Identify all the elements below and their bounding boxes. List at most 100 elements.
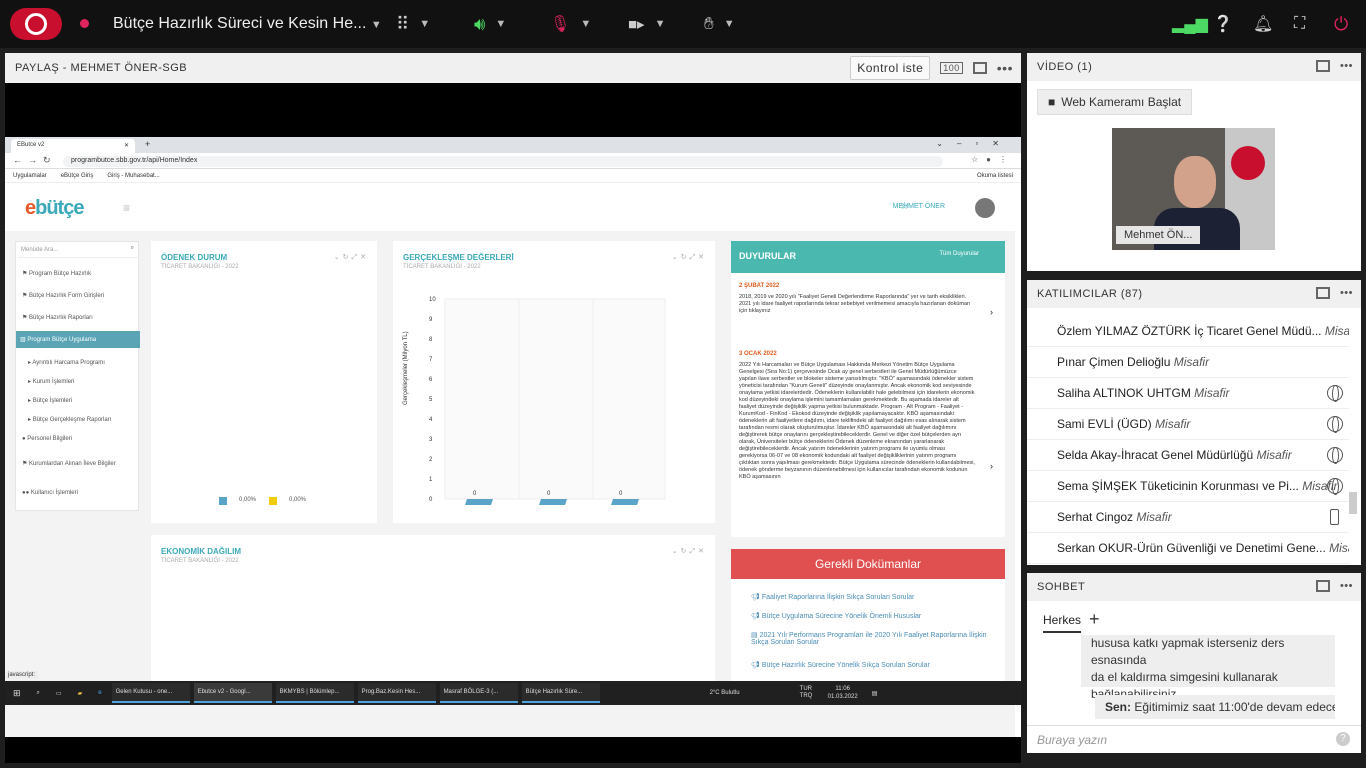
taskbar-item[interactable]: Ebutce v2 - Googl... (193, 683, 272, 703)
menu-item[interactable]: ● Personel Bilgileri (22, 436, 138, 442)
browser-actions[interactable]: ☆●⋮ (971, 155, 1015, 164)
edge-icon[interactable]: e (98, 690, 101, 696)
participant-row[interactable]: Saliha ALTINOK UHTGM Misafir (1027, 378, 1349, 409)
add-chat-tab-icon[interactable]: + (1089, 609, 1100, 630)
participant-row[interactable]: Sema ŞİMŞEK Tüketicinin Korunması ve Pi.… (1027, 471, 1349, 502)
document-link[interactable]: 📢︎ Faaliyet Raporlarına İlişkin Sıkça So… (751, 593, 1001, 601)
avatar[interactable] (975, 198, 995, 218)
panel-subtitle: TİCARET BAKANLIĞI - 2022 (403, 264, 481, 270)
participant-row[interactable]: Sami EVLİ (ÜGD) Misafir (1027, 409, 1349, 440)
participant-row[interactable]: Serhat Cingoz Misafir (1027, 502, 1349, 533)
user-name[interactable]: MEHMET ÖNER (893, 203, 945, 210)
chevron-right-icon[interactable]: › (990, 307, 993, 317)
maximize-icon[interactable] (1315, 60, 1330, 72)
explorer-icon[interactable]: ▰ (78, 690, 83, 697)
scrollbar[interactable] (1349, 316, 1357, 560)
participant-row[interactable]: Pınar Çimen Delioğlu Misafir (1027, 347, 1349, 378)
meeting-title[interactable]: Bütçe Hazırlık Süreci ve Kesin He... ▼ (113, 15, 382, 33)
menu-item[interactable]: ⚑ Bütçe Hazırlık Form Girişleri (22, 292, 138, 299)
chevron-right-icon[interactable]: › (990, 461, 993, 471)
chevron-down-icon: ▼ (370, 19, 382, 31)
participant-row[interactable]: Özlem YILMAZ ÖZTÜRK İç Ticaret Genel Müd… (1027, 316, 1349, 347)
microphone-menu[interactable]: 🎙︎ ▼ (550, 12, 591, 36)
search-icon[interactable]: ⌕ (37, 690, 40, 697)
taskbar-item[interactable]: BKMYBS | Bölümlep... (275, 683, 354, 703)
submenu-item[interactable]: ▸ Bütçe İşlemleri (28, 397, 144, 404)
fit-icon[interactable] (972, 62, 987, 74)
apps-menu[interactable]: ⠿ ▼ (396, 12, 430, 36)
weather[interactable]: 2°C Bulutlu (710, 690, 740, 696)
info-icon[interactable]: ? (1336, 732, 1350, 746)
submenu-item[interactable]: ▸ Kurum İşlemleri (28, 378, 144, 385)
announcement-text[interactable]: 2018, 2019 ve 2020 yılı "Faaliyet Geneli… (739, 294, 975, 324)
nav-buttons[interactable]: ←→↻ (13, 155, 57, 166)
power-icon[interactable]: ⏻ (1334, 12, 1348, 36)
chat-input[interactable]: Buraya yazın (1027, 725, 1361, 753)
url-field[interactable]: programbutce.sbb.gov.tr/api/Home/Index (63, 156, 943, 167)
start-webcam-button[interactable]: ■ Web Kameramı Başlat (1037, 89, 1193, 115)
participant-video[interactable]: Mehmet ÖN... (1112, 128, 1275, 250)
window-controls[interactable]: ⌄–▫✕ (936, 139, 1013, 148)
taskbar-item[interactable]: Prog.Baz.Kesin Hes... (357, 683, 436, 703)
menu-item[interactable]: ⚑ Program Bütçe Hazırlık (22, 270, 138, 277)
bookmark-apps[interactable]: Uygulamalar (13, 173, 47, 179)
fullscreen-icon[interactable]: ⛶ (1294, 12, 1305, 36)
raise-hand-menu[interactable]: ✋︎ ▼ (704, 12, 735, 36)
document-link[interactable]: ▤ 2021 Yılı Performans Programları ile 2… (751, 631, 1001, 646)
y-tick-label: 6 (429, 377, 433, 383)
input-language[interactable]: TUR TRQ (800, 686, 818, 700)
menu-item[interactable]: ⚑ Bütçe Hazırlık Raporları (22, 314, 138, 321)
hamburger-icon[interactable]: ≡ (123, 201, 130, 215)
chat-tab-everyone[interactable]: Herkes (1043, 613, 1082, 633)
ebutce-logo[interactable]: ebütçe (25, 197, 84, 220)
taskbar-item[interactable]: Gelen Kutusu - one... (111, 683, 190, 703)
participant-row[interactable]: Selda Akay-İhracat Genel Müdürlüğü Misaf… (1027, 440, 1349, 471)
announcement-text[interactable]: 2022 Yılı Harcamaları ve Bütçe Uygulamas… (739, 362, 975, 536)
participant-row[interactable]: Serkan OKUR-Ürün Güvenliği ve Denetimi G… (1027, 533, 1349, 564)
all-announcements-link[interactable]: Tüm Duyurular (939, 251, 979, 257)
new-tab-icon[interactable]: + (145, 139, 150, 149)
document-link[interactable]: 📢︎ Bütçe Uygulama Sürecine Yönelik Öneml… (751, 612, 1001, 620)
task-view-icon[interactable]: ▭ (56, 690, 62, 697)
notifications-icon[interactable]: ▤ (872, 690, 878, 697)
chevron-down-icon: ▼ (419, 18, 431, 30)
maximize-icon[interactable] (1315, 580, 1330, 592)
menu-item[interactable]: ⚑ Kurumlardan Alınan İleve Bilgiler (22, 460, 138, 467)
menu-item[interactable]: ●● Kullanıcı İşlemleri (22, 490, 138, 496)
menu-item-active[interactable]: ▥ Program Bütçe Uygulama (16, 331, 140, 348)
bell-icon[interactable]: 🔔︎ (1253, 12, 1273, 36)
zoom-100-icon[interactable]: 100 (940, 62, 963, 74)
y-tick-label: 10 (429, 297, 436, 303)
speaker-menu[interactable]: 🔊︎ ▼ (474, 12, 506, 36)
maximize-icon[interactable] (1315, 287, 1330, 299)
participants-pod: KATILIMCILAR (87) ••• Özlem YILMAZ ÖZTÜR… (1027, 280, 1361, 565)
taskbar-item[interactable]: Bütçe Hazırlık Süre... (521, 683, 600, 703)
more-options-icon[interactable]: ••• (1340, 287, 1353, 299)
panel-controls[interactable]: ⌄↻⤢✕ (672, 547, 707, 556)
panel-controls[interactable]: ⌄↻⤢✕ (672, 253, 707, 262)
more-options-icon[interactable]: ••• (1340, 580, 1353, 592)
participants-header: KATILIMCILAR (87) ••• (1027, 280, 1361, 308)
panel-controls[interactable]: ⌄↻⤢✕ (334, 253, 369, 262)
reading-list[interactable]: Okuma listesi (977, 173, 1013, 179)
legend-label: 0,00% (289, 497, 307, 503)
clock[interactable]: 11:06 01.03.2022 (828, 685, 858, 701)
close-icon[interactable]: ✕ (124, 142, 129, 149)
taskbar-item[interactable]: Masraf BÖLGE-3 (... (439, 683, 518, 703)
submenu-item[interactable]: ▸ Ayrıntılı Harcama Programı (28, 359, 144, 366)
signal-icon[interactable]: ▂▄▆ (1172, 12, 1208, 36)
submenu-item[interactable]: ▸ Bütçe Gerçekleşme Raporları (28, 416, 144, 423)
camera-menu[interactable]: ■▸ ▼ (628, 12, 665, 36)
y-tick-label: 3 (429, 437, 433, 443)
request-control-button[interactable]: Kontrol iste (850, 56, 931, 80)
bookmark-muhasebat[interactable]: Giriş - Muhasebat... (107, 173, 159, 179)
document-link[interactable]: 📢︎ Bütçe Hazırlık Sürecine Yönelik Sıkça… (751, 661, 1001, 669)
menu-search-input[interactable]: Menüde Ara... (18, 244, 138, 258)
bookmark-ebutce[interactable]: eBütçe Giriş (61, 173, 94, 179)
help-icon[interactable]: ❔ (1213, 12, 1233, 36)
windows-start-icon[interactable]: ⊞ (13, 688, 21, 699)
more-options-icon[interactable]: ••• (1340, 60, 1353, 72)
browser-tab[interactable]: EButce v2 ✕ (11, 139, 135, 153)
gerekli-dokumanlar-header: Gerekli Dokümanlar (731, 549, 1005, 579)
more-options-icon[interactable]: ••• (997, 60, 1013, 76)
